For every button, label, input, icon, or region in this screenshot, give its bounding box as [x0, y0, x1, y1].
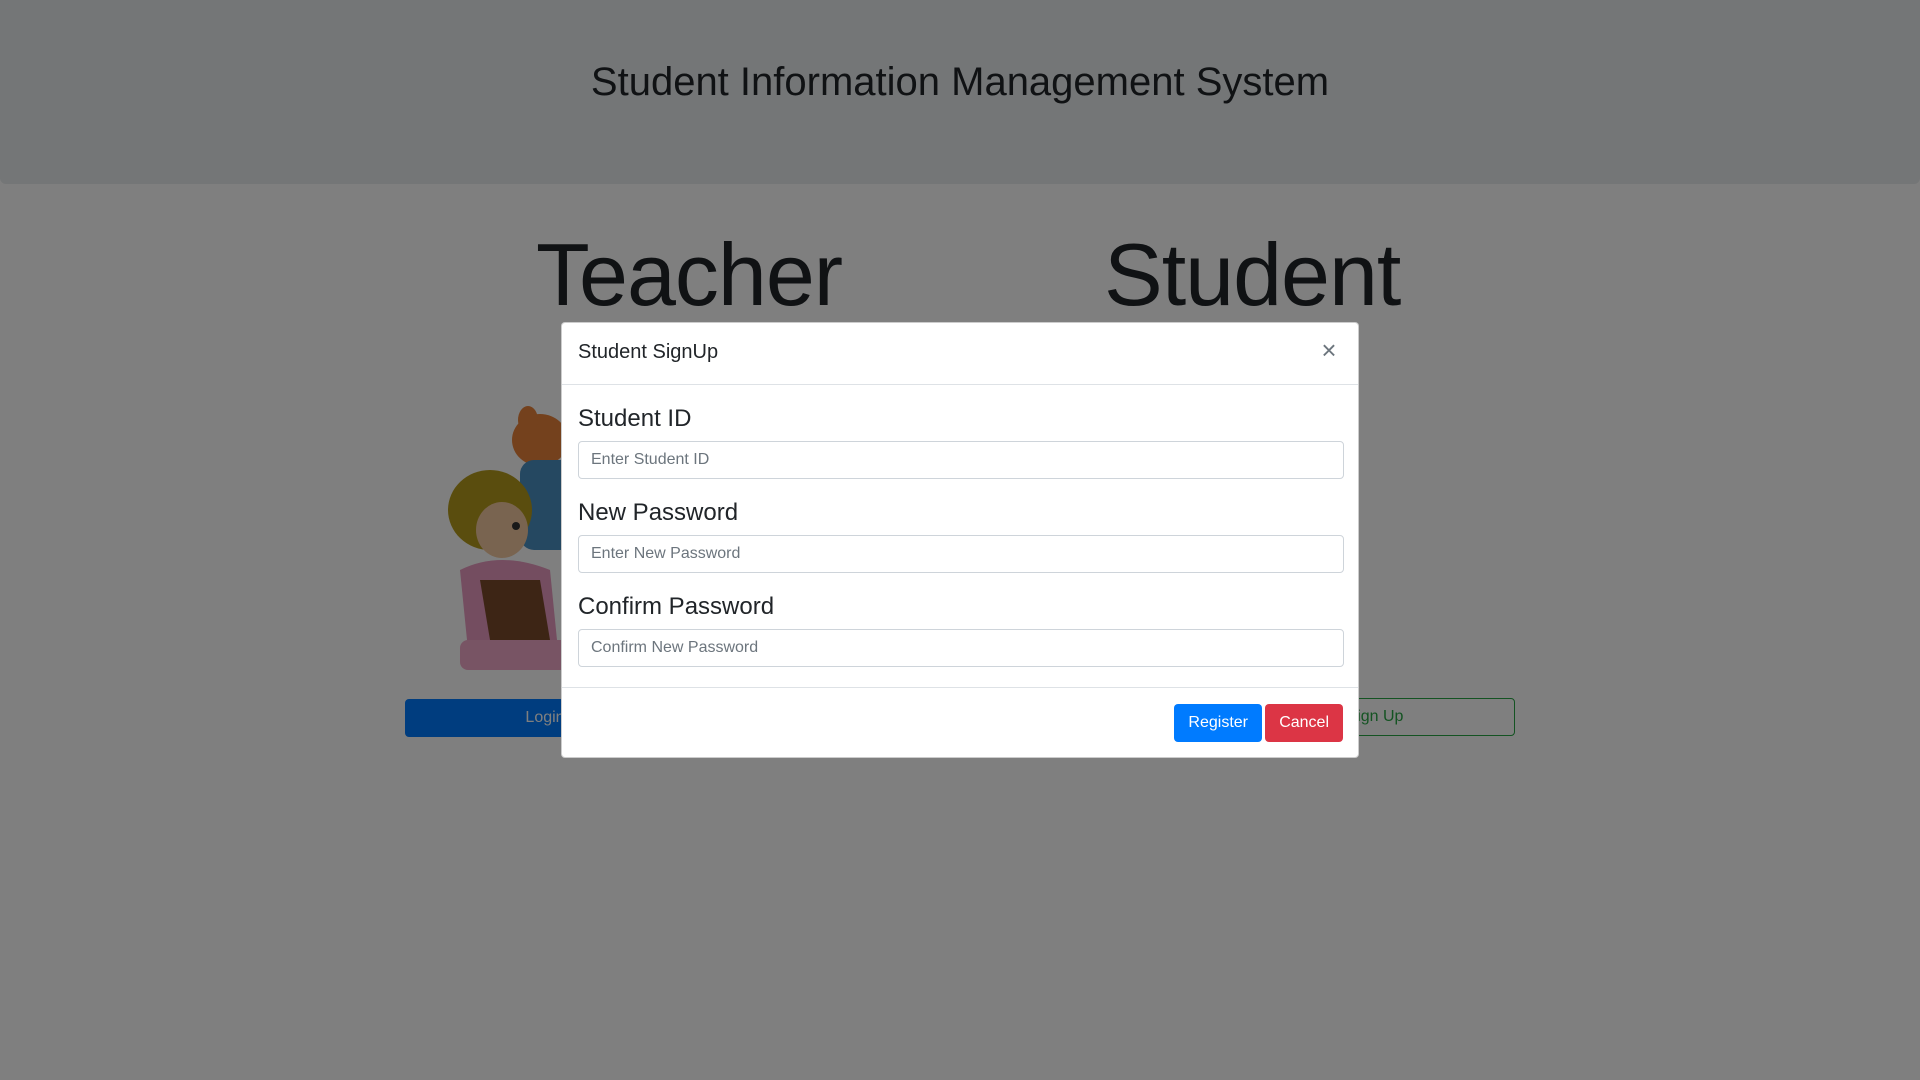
confirm-password-label: Confirm Password — [578, 593, 775, 620]
student-signup-modal: Student SignUp × Student ID New Password… — [561, 322, 1359, 758]
modal-header: Student SignUp × — [562, 323, 1358, 385]
confirm-password-group: Confirm Password — [578, 593, 1344, 667]
new-password-label: New Password — [578, 499, 739, 526]
student-id-group: Student ID — [578, 405, 1344, 479]
student-id-input[interactable] — [578, 441, 1344, 479]
new-password-group: New Password — [578, 499, 1344, 573]
cancel-button[interactable]: Cancel — [1265, 704, 1343, 742]
modal-body: Student ID New Password Confirm Password — [578, 385, 1344, 667]
register-button[interactable]: Register — [1174, 704, 1262, 742]
modal-footer: Register Cancel — [562, 687, 1358, 757]
close-icon[interactable]: × — [1314, 335, 1344, 365]
confirm-password-input[interactable] — [578, 629, 1344, 667]
student-id-label: Student ID — [578, 405, 692, 432]
page: Student Information Management System Te… — [0, 0, 1920, 1080]
new-password-input[interactable] — [578, 535, 1344, 573]
modal-title: Student SignUp — [578, 341, 719, 363]
